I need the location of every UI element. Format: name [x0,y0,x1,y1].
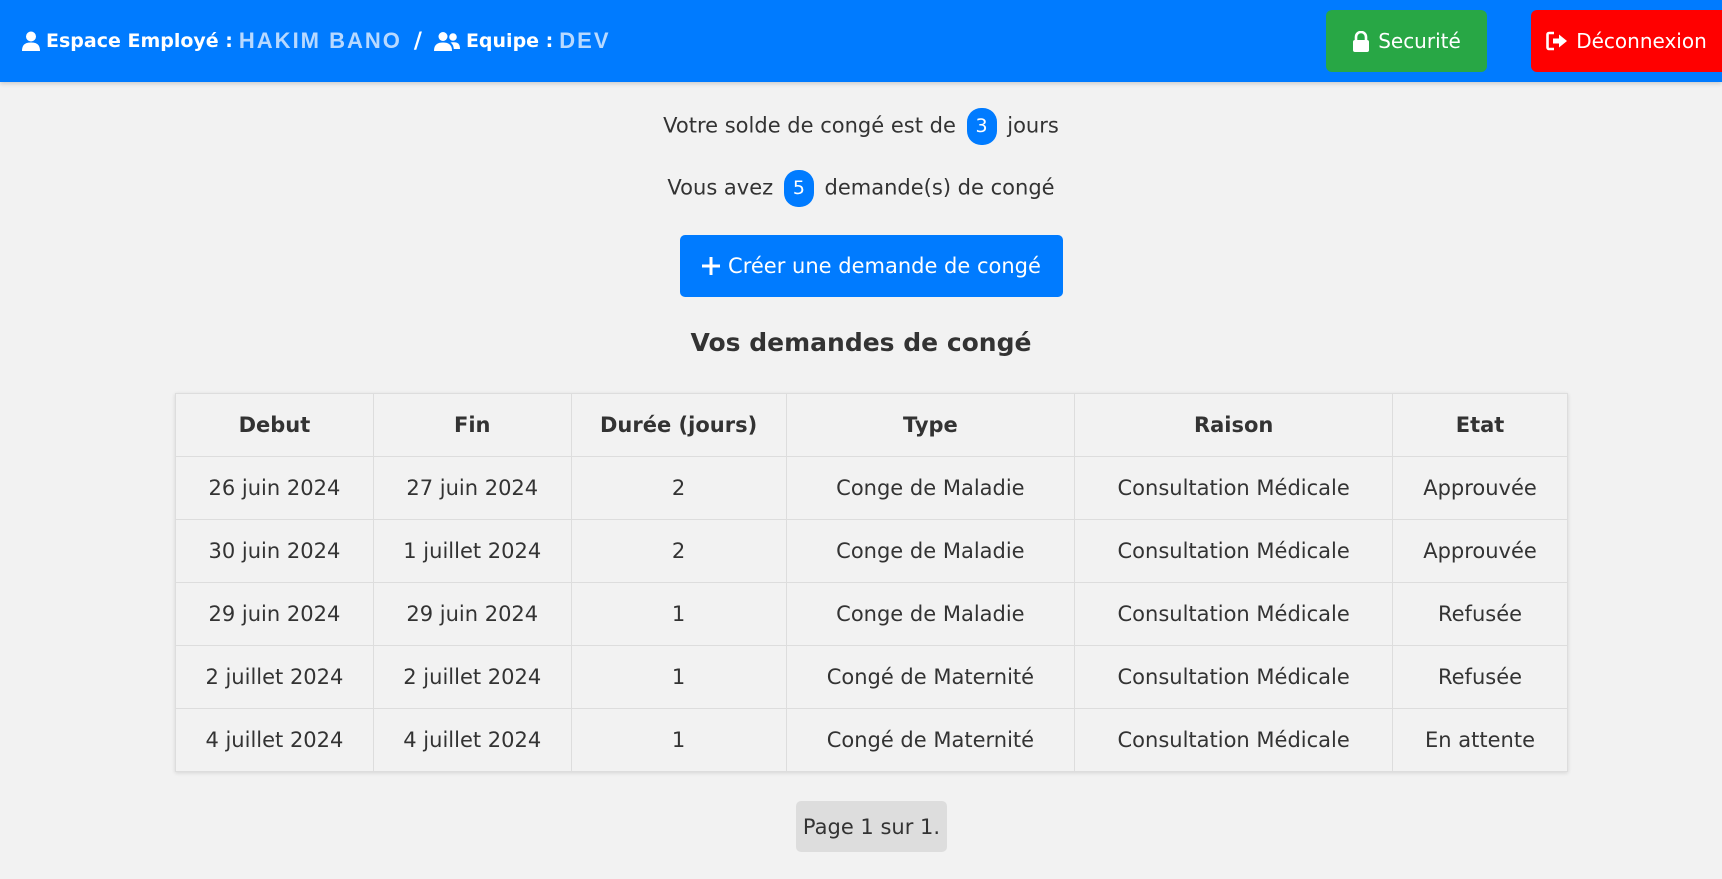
plus-icon [702,257,721,275]
cell-fin: 27 juin 2024 [372,456,572,520]
cell-type: Congé de Maternité [785,708,1076,772]
cell-etat: Refusée [1392,582,1568,646]
requests-suffix: demande(s) de congé [824,175,1055,200]
cell-type: Congé de Maternité [785,645,1076,709]
table-row: 2 juillet 2024 2 juillet 2024 1 Congé de… [175,645,1568,709]
cell-debut: 2 juillet 2024 [175,645,374,709]
cell-raison: Consultation Médicale [1074,645,1394,709]
cell-etat: Approuvée [1392,519,1568,583]
table-row: 4 juillet 2024 4 juillet 2024 1 Congé de… [175,708,1568,772]
cell-etat: En attente [1392,708,1568,772]
column-header-duree: Durée (jours) [570,393,787,457]
cell-raison: Consultation Médicale [1074,708,1394,772]
cell-debut: 4 juillet 2024 [175,708,374,772]
create-leave-request-button[interactable]: Créer une demande de congé [680,235,1063,297]
balance-badge: 3 [966,108,997,145]
security-button[interactable]: Securité [1326,10,1487,72]
lock-icon [1352,30,1370,52]
top-navbar: Espace Employé : HAKIM BANO / Equipe : D… [0,0,1722,82]
cell-debut: 30 juin 2024 [175,519,374,583]
header-separator: / [413,28,422,54]
cell-debut: 26 juin 2024 [175,456,374,520]
requests-badge: 5 [783,170,814,207]
requests-section-title: Vos demandes de congé [690,328,1032,357]
cell-fin: 4 juillet 2024 [372,708,572,772]
cell-type: Conge de Maladie [785,582,1076,646]
cell-debut: 29 juin 2024 [175,582,374,646]
cell-duree: 1 [570,582,787,646]
cell-duree: 2 [570,456,787,520]
cell-type: Conge de Maladie [785,519,1076,583]
column-header-type: Type [785,393,1076,457]
leave-balance-line: Votre solde de congé est de 3 jours [0,108,1722,145]
employee-team-info: Espace Employé : HAKIM BANO / Equipe : D… [22,0,611,82]
cell-duree: 2 [570,519,787,583]
table-row: 30 juin 2024 1 juillet 2024 2 Conge de M… [175,519,1568,583]
requests-prefix: Vous avez [667,175,774,200]
cell-raison: Consultation Médicale [1074,519,1394,583]
column-header-etat: Etat [1392,393,1568,457]
cell-raison: Consultation Médicale [1074,582,1394,646]
logout-button-label: Déconnexion [1576,29,1707,53]
balance-prefix: Votre solde de congé est de [663,113,956,138]
cell-etat: Refusée [1392,645,1568,709]
sign-out-icon [1546,31,1568,51]
requests-count-line: Vous avez 5 demande(s) de congé [0,170,1722,207]
column-header-debut: Debut [175,393,374,457]
cell-fin: 29 juin 2024 [372,582,572,646]
create-button-label: Créer une demande de congé [728,254,1041,278]
column-header-raison: Raison [1074,393,1394,457]
cell-raison: Consultation Médicale [1074,456,1394,520]
security-button-label: Securité [1378,29,1461,53]
user-icon [22,31,40,51]
team-name: DEV [559,28,611,53]
leave-requests-table: Debut Fin Durée (jours) Type Raison Etat… [175,393,1568,772]
cell-fin: 1 juillet 2024 [372,519,572,583]
employee-label: Espace Employé : [46,30,233,52]
cell-duree: 1 [570,645,787,709]
table-row: 29 juin 2024 29 juin 2024 1 Conge de Mal… [175,582,1568,646]
pagination-indicator: Page 1 sur 1. [796,801,947,852]
cell-fin: 2 juillet 2024 [372,645,572,709]
users-icon [433,31,460,51]
balance-suffix: jours [1007,113,1059,138]
cell-duree: 1 [570,708,787,772]
table-header-row: Debut Fin Durée (jours) Type Raison Etat [175,393,1568,457]
logout-button[interactable]: Déconnexion [1531,10,1722,72]
team-label: Equipe : [465,30,554,52]
cell-etat: Approuvée [1392,456,1568,520]
column-header-fin: Fin [372,393,572,457]
table-row: 26 juin 2024 27 juin 2024 2 Conge de Mal… [175,456,1568,520]
employee-name: HAKIM BANO [238,28,402,53]
cell-type: Conge de Maladie [785,456,1076,520]
